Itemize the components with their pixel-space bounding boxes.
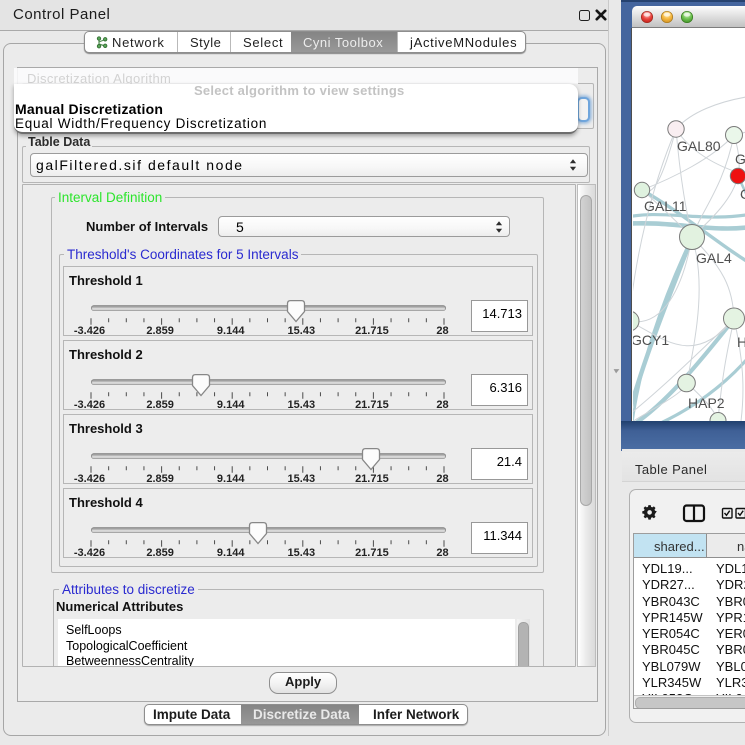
svg-text:C: C bbox=[740, 186, 745, 202]
svg-text:GA: GA bbox=[735, 151, 745, 167]
svg-text:GAL11: GAL11 bbox=[644, 198, 687, 214]
svg-text:H: H bbox=[737, 334, 745, 350]
svg-text:GAL4: GAL4 bbox=[696, 250, 732, 266]
svg-text:GAL80: GAL80 bbox=[677, 138, 721, 154]
svg-text:HAP2: HAP2 bbox=[688, 395, 725, 411]
svg-text:GCY1: GCY1 bbox=[633, 332, 669, 348]
